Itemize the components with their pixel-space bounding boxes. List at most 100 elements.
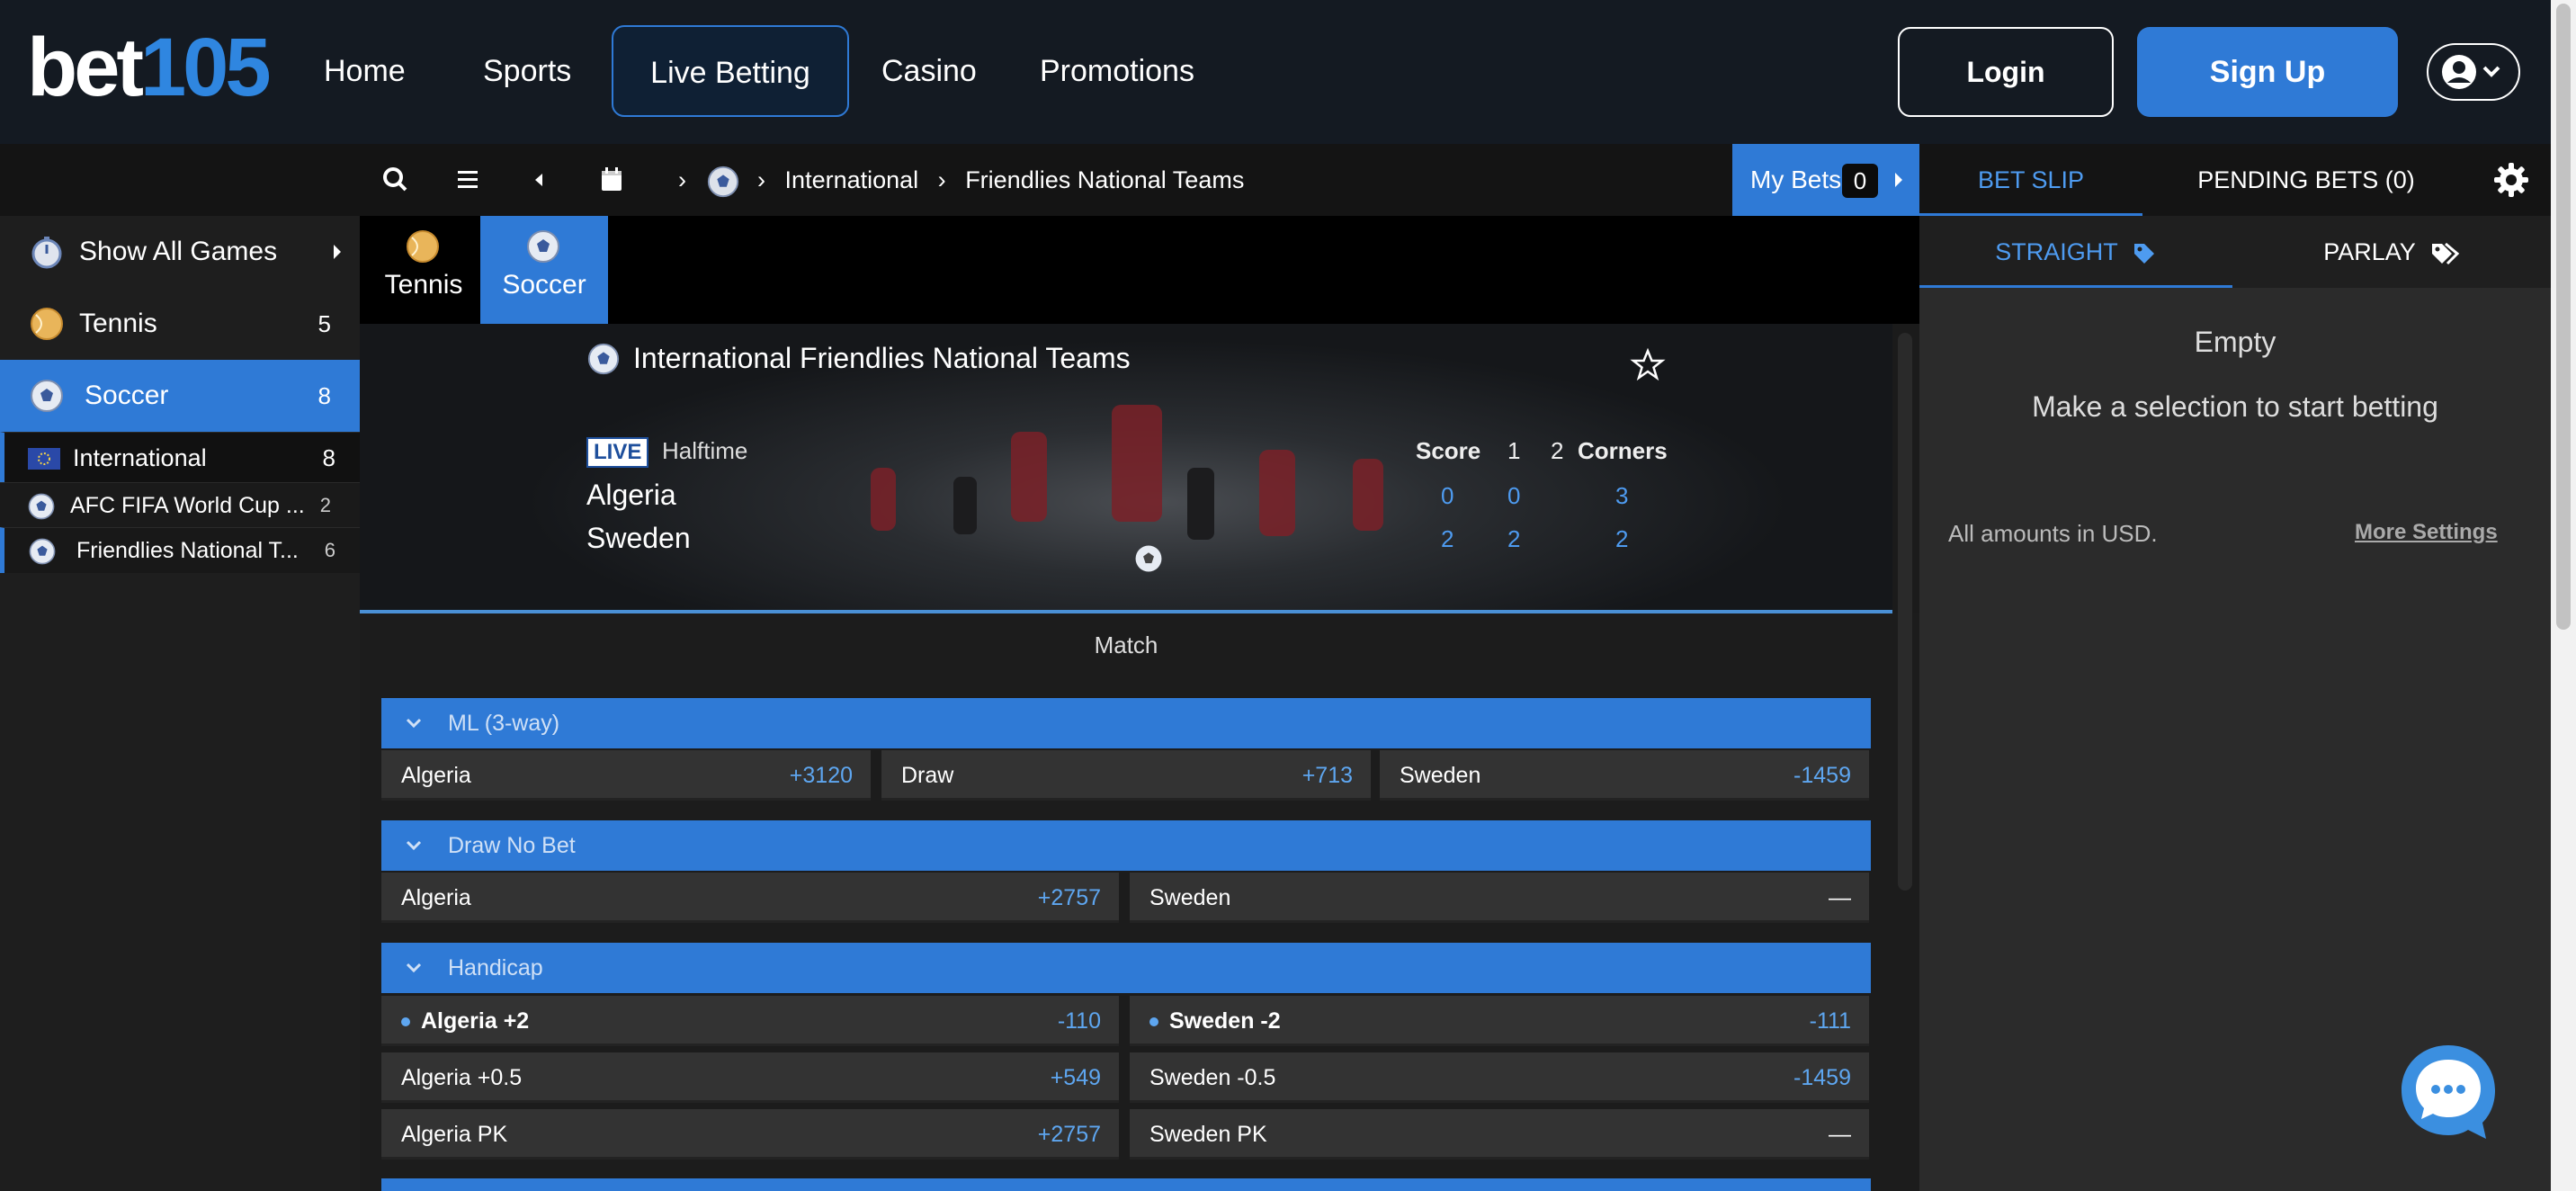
half1-header: 1 xyxy=(1507,437,1521,464)
breadcrumb: › › International › Friendlies National … xyxy=(678,144,1257,216)
soccer-ball-icon xyxy=(29,538,56,565)
chat-bubble-icon[interactable] xyxy=(2396,1040,2500,1144)
sidebar-item-label: Show All Games xyxy=(79,237,278,266)
soccer-ball-icon xyxy=(28,493,55,520)
my-bets-button[interactable]: My Bets 0 xyxy=(1732,144,1919,216)
bet-slip-panel: BET SLIP PENDING BETS (0) STRAIGHT PARLA… xyxy=(1919,144,2551,1191)
market-header-draw-no-bet[interactable]: Draw No Bet xyxy=(381,820,1871,871)
top-navigation: bet105 Home Sports Live Betting Casino P… xyxy=(0,0,2551,144)
tab-pending-bets[interactable]: PENDING BETS (0) xyxy=(2162,144,2450,216)
selection-price: — xyxy=(1829,885,1851,910)
gear-icon[interactable] xyxy=(2491,160,2531,200)
odds-button[interactable]: Sweden PK — xyxy=(1130,1109,1869,1160)
sidebar-sub-count: 8 xyxy=(322,444,335,471)
stopwatch-icon xyxy=(31,237,62,269)
markets-scrollbar[interactable] xyxy=(1898,333,1912,891)
odds-button[interactable]: Sweden -2 -111 xyxy=(1130,996,1869,1046)
odds-button[interactable]: Algeria +0.5 +549 xyxy=(381,1052,1119,1103)
away-half1: 2 xyxy=(1507,525,1521,552)
sidebar-item-show-all[interactable]: Show All Games xyxy=(0,216,360,288)
selection-name: Draw xyxy=(901,763,954,788)
breadcrumb-friendlies[interactable]: Friendlies National Teams xyxy=(965,166,1244,193)
selection-name: Sweden xyxy=(1149,885,1231,910)
user-icon xyxy=(2442,55,2500,89)
menu-icon[interactable] xyxy=(446,158,489,201)
soccer-ball-icon xyxy=(31,380,63,412)
market-header-next[interactable] xyxy=(381,1178,1871,1191)
signup-button[interactable]: Sign Up xyxy=(2137,27,2398,117)
home-half1: 0 xyxy=(1507,482,1521,509)
tab-label: Tennis xyxy=(384,270,463,300)
currency-note: All amounts in USD. xyxy=(1948,520,2158,547)
odds-button[interactable]: Sweden — xyxy=(1130,873,1869,923)
breadcrumb-international[interactable]: International xyxy=(785,166,919,193)
event-title: International Friendlies National Teams xyxy=(633,342,1131,374)
tab-soccer[interactable]: Soccer xyxy=(480,216,608,324)
hero-player-figure xyxy=(1112,405,1162,522)
hero-player-figure xyxy=(1187,468,1214,540)
sidebar-sub-international[interactable]: International 8 xyxy=(0,432,364,483)
odds-button[interactable]: Algeria +3120 xyxy=(381,750,871,801)
selection-name: Algeria +2 xyxy=(421,1008,530,1034)
calendar-icon[interactable] xyxy=(590,158,633,201)
hero-player-figure xyxy=(1259,450,1295,536)
market-header-ml[interactable]: ML (3-way) xyxy=(381,698,1871,748)
sidebar-item-tennis[interactable]: Tennis 5 xyxy=(0,288,360,360)
tab-label: STRAIGHT xyxy=(1995,238,2118,265)
odds-button[interactable]: Sweden -1459 xyxy=(1380,750,1869,801)
odds-button[interactable]: Algeria PK +2757 xyxy=(381,1109,1119,1160)
back-icon[interactable] xyxy=(518,158,561,201)
search-icon[interactable] xyxy=(374,158,417,201)
chevron-right-icon xyxy=(1895,173,1902,187)
login-button[interactable]: Login xyxy=(1898,27,2114,117)
sidebar-sub-afc-world-cup[interactable]: AFC FIFA World Cup ... 2 xyxy=(0,482,360,528)
selection-price: +2757 xyxy=(1037,1122,1101,1147)
sidebar-sub-label: AFC FIFA World Cup ... xyxy=(70,493,305,518)
page-scrollbar[interactable] xyxy=(2551,0,2576,1191)
tab-tennis[interactable]: Tennis xyxy=(360,216,487,324)
sidebar-item-soccer[interactable]: Soccer 8 xyxy=(0,360,360,432)
period-label[interactable]: Match xyxy=(360,613,1892,676)
main-line-dot xyxy=(401,1017,410,1026)
odds-button[interactable]: Algeria +2757 xyxy=(381,873,1119,923)
my-bets-count: 0 xyxy=(1842,164,1878,198)
event-scoreboard: International Friendlies National Teams … xyxy=(360,324,1892,612)
page-scrollbar-thumb[interactable] xyxy=(2556,4,2571,630)
bet-slip-tabs: BET SLIP PENDING BETS (0) xyxy=(1919,144,2551,216)
score-header: Score xyxy=(1416,437,1481,464)
nav-sports[interactable]: Sports xyxy=(483,25,571,117)
tab-bet-slip[interactable]: BET SLIP xyxy=(1919,144,2142,216)
selection-price: -1459 xyxy=(1793,1065,1851,1090)
nav-live-betting[interactable]: Live Betting xyxy=(612,25,849,117)
nav-casino[interactable]: Casino xyxy=(881,25,977,117)
sidebar-sub-count: 2 xyxy=(319,494,331,516)
nav-home[interactable]: Home xyxy=(324,25,406,117)
selection-name: Sweden xyxy=(1400,763,1481,788)
sidebar-sub-label: International xyxy=(73,444,207,471)
favorite-star-icon[interactable] xyxy=(1630,347,1666,383)
sidebar-item-label: Tennis xyxy=(79,309,157,338)
selection-price: -1459 xyxy=(1793,763,1851,788)
odds-button[interactable]: Sweden -0.5 -1459 xyxy=(1130,1052,1869,1103)
selection-price: -111 xyxy=(1809,1008,1851,1034)
sport-tabs: Tennis Soccer xyxy=(360,216,1919,324)
eu-flag-icon xyxy=(28,448,60,470)
market-header-handicap[interactable]: Handicap xyxy=(381,943,1871,993)
more-settings-link[interactable]: More Settings xyxy=(2355,520,2498,545)
selection-price: +3120 xyxy=(789,763,853,788)
sidebar-item-count: 5 xyxy=(318,310,331,337)
odds-button[interactable]: Algeria +2 -110 xyxy=(381,996,1119,1046)
account-menu-button[interactable] xyxy=(2427,43,2520,101)
brand-logo[interactable]: bet105 xyxy=(27,20,271,115)
home-score: 0 xyxy=(1441,482,1454,509)
odds-button[interactable]: Draw +713 xyxy=(881,750,1371,801)
sidebar-sub-count: 6 xyxy=(324,539,335,561)
chevron-down-icon xyxy=(2482,66,2500,77)
tab-parlay[interactable]: PARLAY xyxy=(2232,216,2551,288)
chevron-right-icon xyxy=(334,245,341,259)
nav-promotions[interactable]: Promotions xyxy=(1040,25,1194,117)
tab-straight[interactable]: STRAIGHT xyxy=(1919,216,2232,288)
away-score: 2 xyxy=(1441,525,1454,552)
half2-header: 2 xyxy=(1551,437,1564,464)
sidebar-sub-friendlies[interactable]: Friendlies National T... 6 xyxy=(0,527,364,573)
